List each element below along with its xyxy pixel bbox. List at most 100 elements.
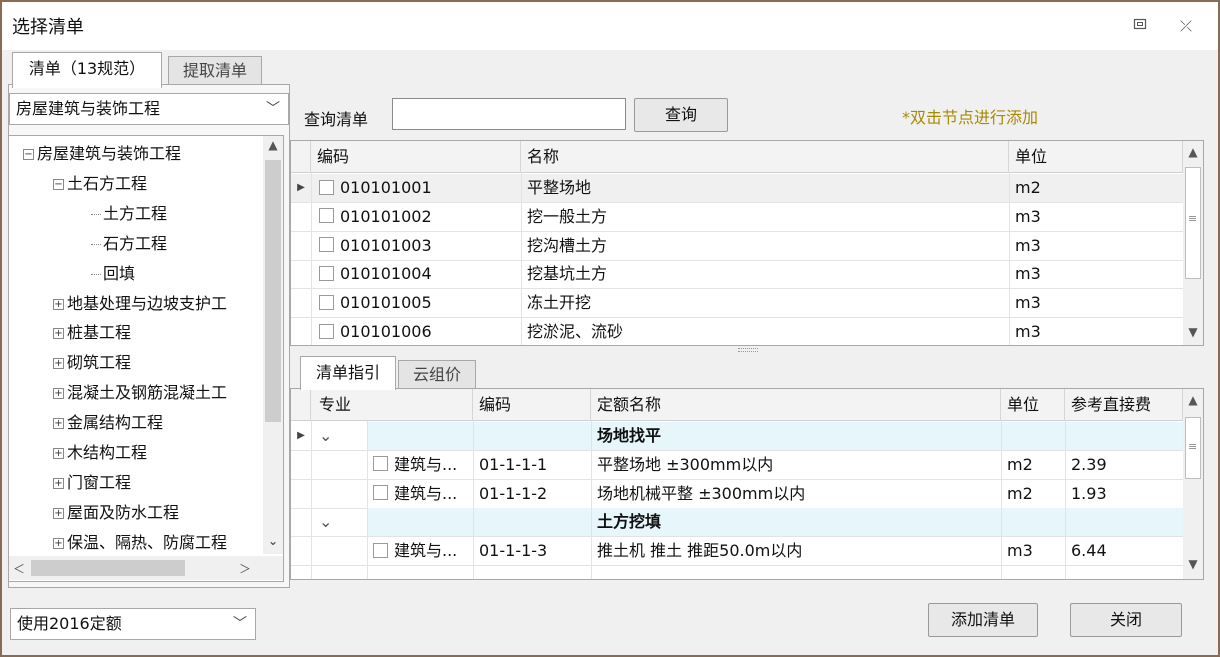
tree-expand-icon[interactable]: + bbox=[53, 358, 64, 370]
row-checkbox[interactable] bbox=[319, 265, 334, 281]
chevron-down-icon: ﹀ bbox=[266, 101, 280, 117]
guide-cell-major: 建筑与... bbox=[373, 537, 473, 565]
tree-expand-icon[interactable]: + bbox=[53, 537, 64, 549]
tree-scroll-thumb[interactable] bbox=[265, 160, 281, 422]
search-button[interactable]: 查询 bbox=[634, 98, 728, 132]
tree-vertical-scrollbar[interactable]: ▲ ⌄ bbox=[263, 136, 283, 554]
column-header-code[interactable]: 编码 bbox=[311, 141, 521, 173]
scroll-down-icon[interactable]: ▼ bbox=[1183, 557, 1203, 571]
guide-item-row[interactable]: 建筑与... 01-1-1-1 平整场地 ±300mm以内 m2 2.39 bbox=[291, 451, 1183, 480]
tab-cloud-pricing[interactable]: 云组价 bbox=[398, 360, 476, 390]
tree-expand-icon[interactable]: + bbox=[53, 477, 64, 489]
list-grid-header: 编码 名称 单位 bbox=[291, 141, 1183, 173]
tree-item-label: 土石方工程 bbox=[67, 173, 148, 193]
group-collapse-icon[interactable]: ⌄ bbox=[319, 422, 349, 450]
list-cell-unit: m3 bbox=[1015, 322, 1041, 341]
list-row[interactable]: ▶ 010101001 平整场地 m2 bbox=[291, 174, 1183, 203]
tree-item[interactable]: + 门窗工程 bbox=[53, 469, 131, 497]
list-cell-unit: m2 bbox=[1015, 178, 1041, 197]
row-checkbox[interactable] bbox=[319, 294, 334, 310]
tree-item[interactable]: 回填 bbox=[91, 260, 135, 288]
list-vertical-scrollbar[interactable]: ▲ ≡ ▼ bbox=[1183, 141, 1203, 345]
scroll-up-icon[interactable]: ▲ bbox=[1183, 393, 1203, 407]
tree-expand-icon[interactable]: + bbox=[53, 448, 64, 459]
guide-group-row[interactable]: ▶ ⌄ 场地找平 bbox=[291, 422, 1183, 451]
scroll-right-icon[interactable]: ＞ bbox=[235, 560, 255, 577]
add-list-button[interactable]: 添加清单 bbox=[928, 603, 1038, 637]
list-row[interactable]: 010101002 挖一般土方 m3 bbox=[291, 203, 1183, 232]
column-separator bbox=[311, 421, 312, 579]
column-header-quota-name[interactable]: 定额名称 bbox=[591, 389, 1001, 421]
column-header-quota-code[interactable]: 编码 bbox=[473, 389, 591, 421]
row-checkbox[interactable] bbox=[373, 485, 388, 501]
tree-item[interactable]: + 桩基工程 bbox=[53, 319, 131, 347]
tree-horizontal-scrollbar[interactable]: ＜ ＞ bbox=[9, 556, 263, 580]
tree-expand-icon[interactable]: + bbox=[53, 328, 64, 340]
row-checkbox[interactable] bbox=[319, 237, 334, 253]
restore-icon[interactable] bbox=[1128, 14, 1152, 38]
category-select[interactable]: 房屋建筑与装饰工程 ﹀ bbox=[9, 93, 289, 125]
column-header-quota-unit[interactable]: 单位 bbox=[1001, 389, 1065, 421]
row-checkbox[interactable] bbox=[373, 456, 388, 472]
tree-item[interactable]: + 混凝土及钢筋混凝土工 bbox=[53, 379, 227, 407]
tree-expand-icon[interactable]: + bbox=[53, 388, 64, 400]
list-cell-unit: m3 bbox=[1015, 264, 1041, 284]
guide-item-row[interactable]: 建筑与... 01-1-1-3 推土机 推土 推距50.0m以内 m3 6.44 bbox=[291, 537, 1183, 567]
guide-group-row[interactable]: ⌄ 土方挖填 bbox=[291, 508, 1183, 538]
close-button[interactable]: 关闭 bbox=[1070, 603, 1182, 637]
list-row[interactable]: 010101004 挖基坑土方 m3 bbox=[291, 260, 1183, 290]
row-checkbox[interactable] bbox=[319, 179, 334, 195]
guide-cell-major: 建筑与... bbox=[373, 451, 473, 479]
list-row[interactable]: 010101006 挖淤泥、流砂 m3 bbox=[291, 318, 1183, 345]
list-cell-name: 挖一般土方 bbox=[527, 206, 608, 226]
tree-expand-icon[interactable]: + bbox=[53, 507, 64, 519]
splitter-handle[interactable] bbox=[738, 348, 758, 352]
scroll-up-icon[interactable]: ▲ bbox=[263, 138, 283, 152]
column-header-unit[interactable]: 单位 bbox=[1009, 141, 1183, 173]
tree-item[interactable]: 土方工程 bbox=[91, 200, 167, 228]
column-header-name[interactable]: 名称 bbox=[521, 141, 1009, 173]
guide-vertical-scrollbar[interactable]: ▲ ≡ ▼ bbox=[1183, 389, 1203, 579]
tab-list-guide[interactable]: 清单指引 bbox=[300, 356, 396, 390]
tree-collapse-icon[interactable]: − bbox=[23, 149, 34, 160]
tree-item[interactable]: − 房屋建筑与装饰工程 bbox=[23, 140, 181, 168]
scroll-down-icon[interactable]: ⌄ bbox=[263, 534, 283, 548]
tree-item[interactable]: + 保温、隔热、防腐工程 bbox=[53, 529, 227, 557]
tab-list-13[interactable]: 清单（13规范） bbox=[12, 52, 162, 88]
scroll-up-icon[interactable]: ▲ bbox=[1183, 145, 1203, 159]
guide-item-row[interactable]: 建筑与... 01-1-1-2 场地机械平整 ±300mm以内 m2 1.93 bbox=[291, 480, 1183, 509]
list-scroll-thumb[interactable]: ≡ bbox=[1185, 167, 1201, 279]
quota-select-value: 使用2016定额 bbox=[17, 614, 122, 633]
row-checkbox[interactable] bbox=[319, 323, 334, 339]
scroll-down-icon[interactable]: ▼ bbox=[1183, 325, 1203, 339]
tree-expand-icon[interactable]: + bbox=[53, 298, 64, 310]
column-header-major[interactable]: 专业 bbox=[311, 389, 473, 421]
quota-select[interactable]: 使用2016定额 ﹀ bbox=[10, 608, 256, 640]
tree-item[interactable]: + 砌筑工程 bbox=[53, 349, 131, 377]
tree-collapse-icon[interactable]: − bbox=[53, 178, 64, 190]
tree-item[interactable]: + 金属结构工程 bbox=[53, 409, 163, 437]
tree-item[interactable]: + 地基处理与边坡支护工 bbox=[53, 290, 227, 318]
list-row[interactable]: 010101003 挖沟槽土方 m3 bbox=[291, 232, 1183, 261]
search-input[interactable] bbox=[392, 98, 626, 130]
code-text: 010101006 bbox=[340, 322, 432, 341]
list-row[interactable]: 010101005 冻土开挖 m3 bbox=[291, 289, 1183, 319]
grip-icon: ≡ bbox=[1188, 440, 1198, 453]
scroll-left-icon[interactable]: ＜ bbox=[9, 560, 29, 577]
column-header-reference-fee[interactable]: 参考直接费 bbox=[1065, 389, 1183, 421]
tree-item[interactable]: + 木结构工程 bbox=[53, 439, 147, 467]
tree-hscroll-thumb[interactable] bbox=[31, 560, 185, 576]
tree-item[interactable]: − 土石方工程 bbox=[53, 170, 147, 198]
tree-expand-icon[interactable]: + bbox=[53, 418, 64, 430]
row-pointer-icon: ▶ bbox=[297, 430, 305, 441]
tree-item-label: 金属结构工程 bbox=[67, 413, 164, 433]
tab-extract-list[interactable]: 提取清单 bbox=[168, 56, 262, 86]
close-icon[interactable]: ⤫ bbox=[1174, 14, 1198, 38]
tree-item[interactable]: 石方工程 bbox=[91, 230, 167, 258]
tree-item[interactable]: + 屋面及防水工程 bbox=[53, 499, 179, 527]
guide-scroll-thumb[interactable]: ≡ bbox=[1185, 417, 1201, 479]
row-checkbox[interactable] bbox=[319, 208, 334, 224]
row-checkbox[interactable] bbox=[373, 542, 388, 558]
group-name: 场地找平 bbox=[597, 426, 662, 445]
group-collapse-icon[interactable]: ⌄ bbox=[319, 508, 349, 536]
